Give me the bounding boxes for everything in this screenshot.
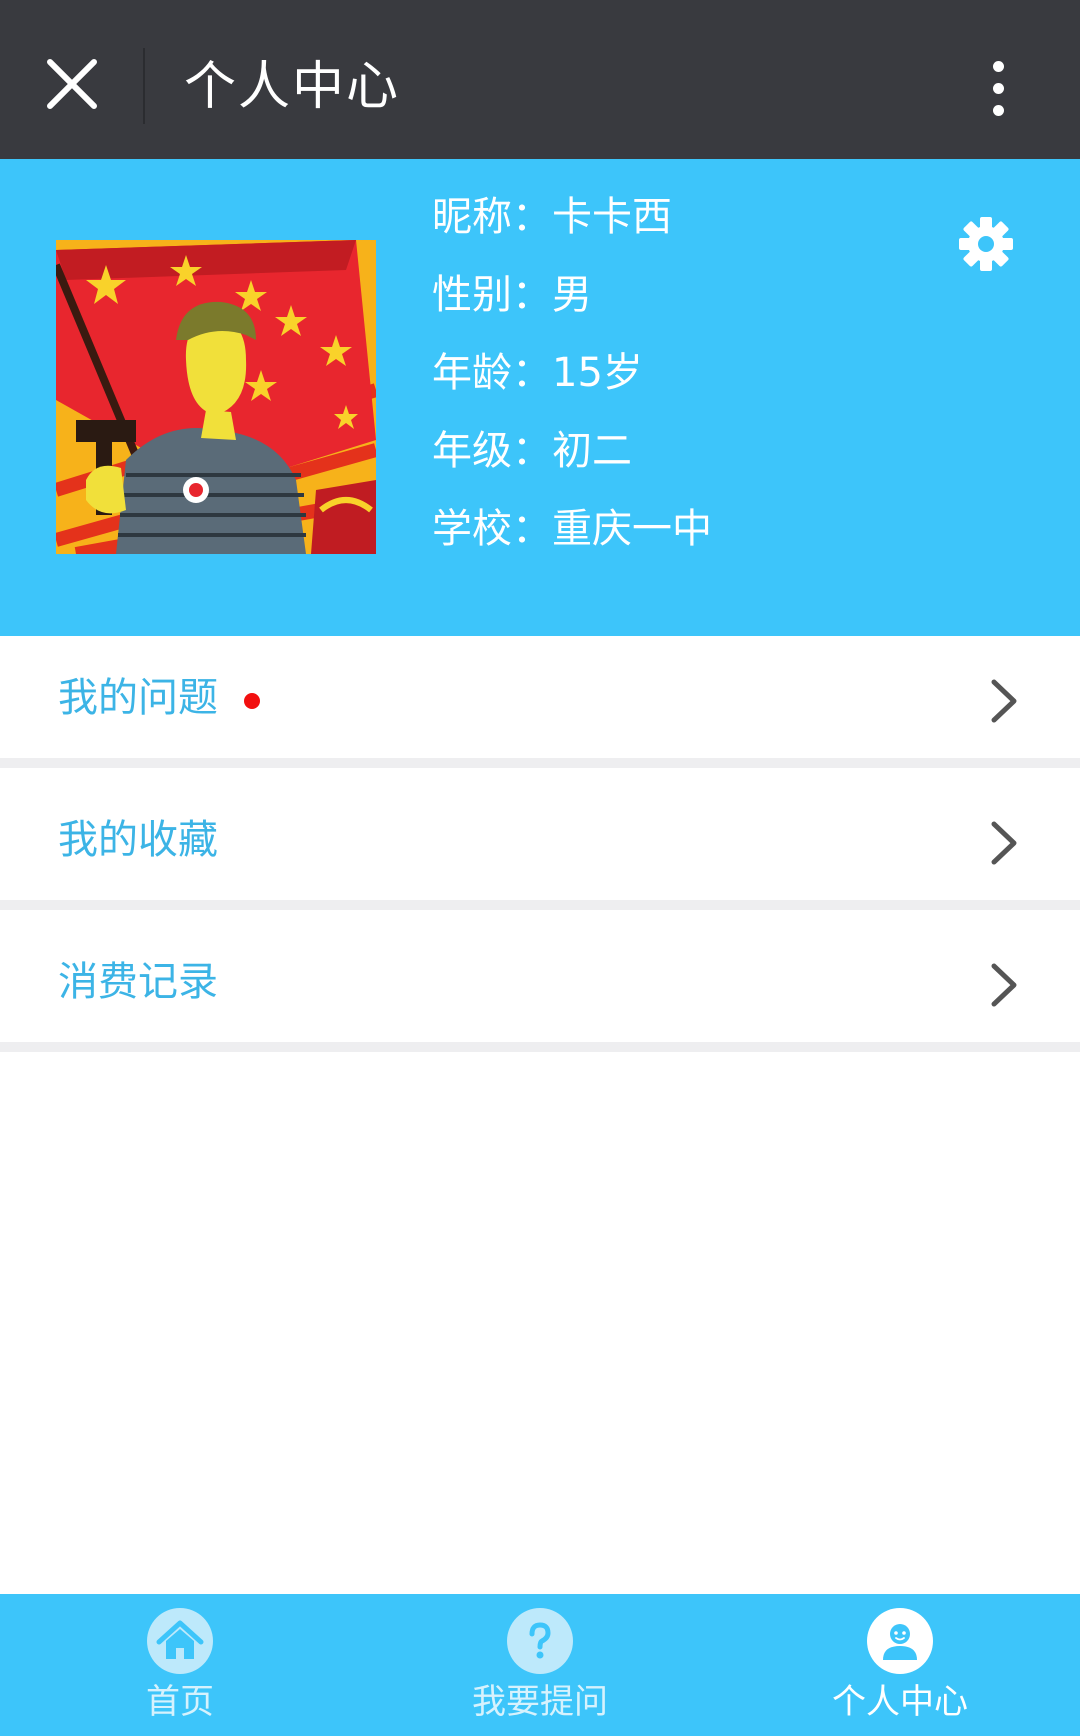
menu-item-label: 消费记录 <box>58 959 218 1005</box>
close-icon <box>47 59 97 109</box>
tab-profile[interactable]: 个人中心 <box>720 1594 1080 1736</box>
question-icon <box>507 1608 573 1674</box>
school-label: 学校： <box>432 506 552 552</box>
chevron-right-icon <box>991 821 1017 865</box>
nickname-value: 卡卡西 <box>552 194 672 240</box>
settings-button[interactable] <box>956 214 1016 274</box>
chevron-right-icon <box>991 679 1017 723</box>
gender-row: 性别：男 <box>432 267 592 323</box>
menu-item-my-favorites[interactable]: 我的收藏 <box>0 778 1080 910</box>
close-button[interactable] <box>34 46 110 122</box>
more-vertical-icon <box>992 60 1004 72</box>
more-options-button[interactable] <box>965 50 1031 126</box>
app-bar: 个人中心 <box>0 0 1080 159</box>
page-title: 个人中心 <box>184 57 401 117</box>
menu-item-my-questions[interactable]: 我的问题 <box>0 636 1080 768</box>
profile-header: 昵称：卡卡西 性别：男 年龄：15岁 年级：初二 学校：重庆一中 <box>0 159 1080 636</box>
app-bar-divider <box>143 48 145 124</box>
menu-item-purchase-history[interactable]: 消费记录 <box>0 920 1080 1052</box>
chevron-right-icon <box>991 963 1017 1007</box>
age-label: 年龄： <box>432 350 552 396</box>
menu-item-label: 我的收藏 <box>58 817 218 863</box>
tab-label: 我要提问 <box>472 1682 608 1722</box>
tab-home[interactable]: 首页 <box>0 1594 360 1736</box>
grade-value: 初二 <box>552 428 632 474</box>
grade-label: 年级： <box>432 428 552 474</box>
bottom-tab-bar: 首页 我要提问 个人中心 <box>0 1594 1080 1736</box>
age-value: 15岁 <box>552 350 643 396</box>
tab-label: 首页 <box>146 1682 214 1722</box>
school-value: 重庆一中 <box>552 506 712 552</box>
gear-icon <box>959 217 1013 271</box>
nickname-label: 昵称： <box>432 194 552 240</box>
notification-badge <box>244 693 260 709</box>
user-icon <box>867 1608 933 1674</box>
gender-value: 男 <box>552 272 592 318</box>
tab-ask-question[interactable]: 我要提问 <box>360 1594 720 1736</box>
gender-label: 性别： <box>432 272 552 318</box>
home-icon <box>147 1608 213 1674</box>
age-row: 年龄：15岁 <box>432 345 643 401</box>
avatar-image <box>56 240 376 554</box>
avatar[interactable] <box>56 240 376 554</box>
school-row: 学校：重庆一中 <box>432 501 712 557</box>
grade-row: 年级：初二 <box>432 423 632 479</box>
tab-label: 个人中心 <box>832 1682 968 1722</box>
nickname-row: 昵称：卡卡西 <box>432 189 672 245</box>
menu-item-label: 我的问题 <box>58 675 218 721</box>
